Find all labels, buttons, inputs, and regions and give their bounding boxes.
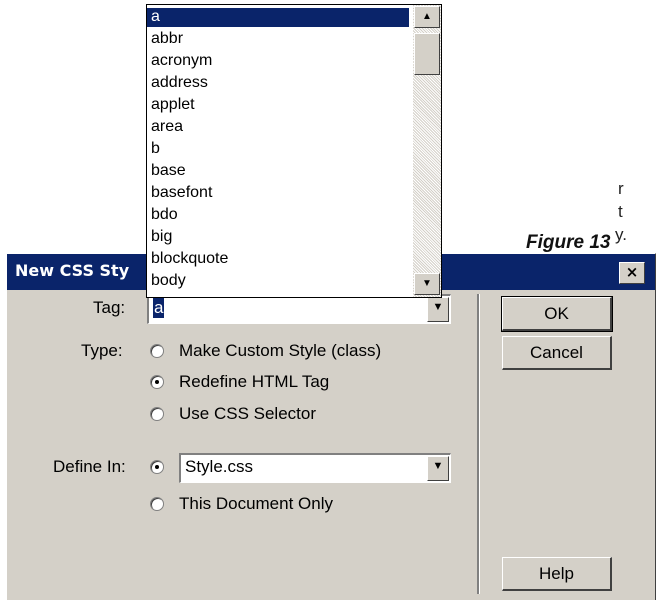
vertical-separator bbox=[477, 294, 480, 594]
close-button[interactable]: × bbox=[619, 262, 645, 284]
tag-select[interactable]: a ▼ bbox=[147, 294, 451, 324]
cancel-button[interactable]: Cancel bbox=[502, 336, 612, 370]
list-item[interactable]: abbr bbox=[147, 30, 409, 49]
new-css-style-dialog: New CSS Sty × Tag: a ▼ Type: Make Custom… bbox=[6, 253, 656, 600]
list-item[interactable]: address bbox=[147, 74, 409, 93]
radio-custom-style[interactable] bbox=[150, 344, 164, 358]
tag-label: Tag: bbox=[93, 298, 126, 317]
list-item[interactable]: b bbox=[147, 140, 409, 159]
list-item[interactable]: bdo bbox=[147, 206, 409, 225]
radio-selected-dot bbox=[155, 380, 159, 384]
list-item[interactable]: a bbox=[147, 8, 409, 27]
radio-css-selector-label[interactable]: Use CSS Selector bbox=[179, 404, 316, 424]
doc-fragment: r bbox=[618, 179, 624, 198]
list-item[interactable]: body bbox=[147, 272, 409, 291]
ok-button[interactable]: OK bbox=[501, 296, 613, 332]
scroll-up-button[interactable]: ▲ bbox=[414, 6, 440, 28]
tag-dropdown-button[interactable]: ▼ bbox=[427, 297, 449, 322]
list-item[interactable]: applet bbox=[147, 96, 409, 115]
doc-fragment: y. bbox=[615, 225, 627, 244]
radio-this-document[interactable] bbox=[150, 497, 164, 511]
list-scrollbar[interactable]: ▲ ▼ bbox=[413, 5, 441, 297]
doc-fragment: t bbox=[618, 202, 623, 221]
radio-css-selector[interactable] bbox=[150, 407, 164, 421]
close-icon: × bbox=[625, 263, 639, 281]
radio-this-document-label[interactable]: This Document Only bbox=[179, 494, 333, 514]
scrollbar-thumb[interactable] bbox=[414, 33, 440, 75]
radio-redefine-html-tag[interactable] bbox=[150, 375, 164, 389]
help-button[interactable]: Help bbox=[502, 557, 612, 591]
list-item[interactable]: basefont bbox=[147, 184, 409, 203]
define-in-label: Define In: bbox=[53, 457, 126, 476]
tag-dropdown-list[interactable]: a abbr acronym address applet area b bas… bbox=[146, 4, 442, 298]
type-label: Type: bbox=[81, 341, 123, 360]
radio-redefine-html-tag-label[interactable]: Redefine HTML Tag bbox=[179, 372, 329, 392]
chevron-up-icon: ▲ bbox=[422, 11, 432, 22]
tag-select-value: a bbox=[153, 298, 165, 318]
list-item[interactable]: big bbox=[147, 228, 409, 247]
list-item[interactable]: area bbox=[147, 118, 409, 137]
stylesheet-dropdown-button[interactable]: ▼ bbox=[427, 456, 449, 481]
chevron-down-icon: ▼ bbox=[432, 460, 444, 472]
list-item[interactable]: base bbox=[147, 162, 409, 181]
dialog-title: New CSS Sty bbox=[15, 261, 130, 280]
radio-define-in-file[interactable] bbox=[150, 460, 164, 474]
chevron-down-icon: ▼ bbox=[432, 301, 444, 313]
stylesheet-select[interactable]: Style.css ▼ bbox=[179, 453, 451, 483]
stylesheet-select-value: Style.css bbox=[185, 457, 254, 476]
list-item[interactable]: acronym bbox=[147, 52, 409, 71]
scroll-down-button[interactable]: ▼ bbox=[414, 273, 440, 295]
figure-caption: Figure 13 bbox=[526, 232, 611, 253]
radio-selected-dot bbox=[155, 465, 159, 469]
radio-custom-style-label[interactable]: Make Custom Style (class) bbox=[179, 341, 381, 361]
list-item[interactable]: blockquote bbox=[147, 250, 409, 269]
chevron-down-icon: ▼ bbox=[422, 278, 432, 289]
